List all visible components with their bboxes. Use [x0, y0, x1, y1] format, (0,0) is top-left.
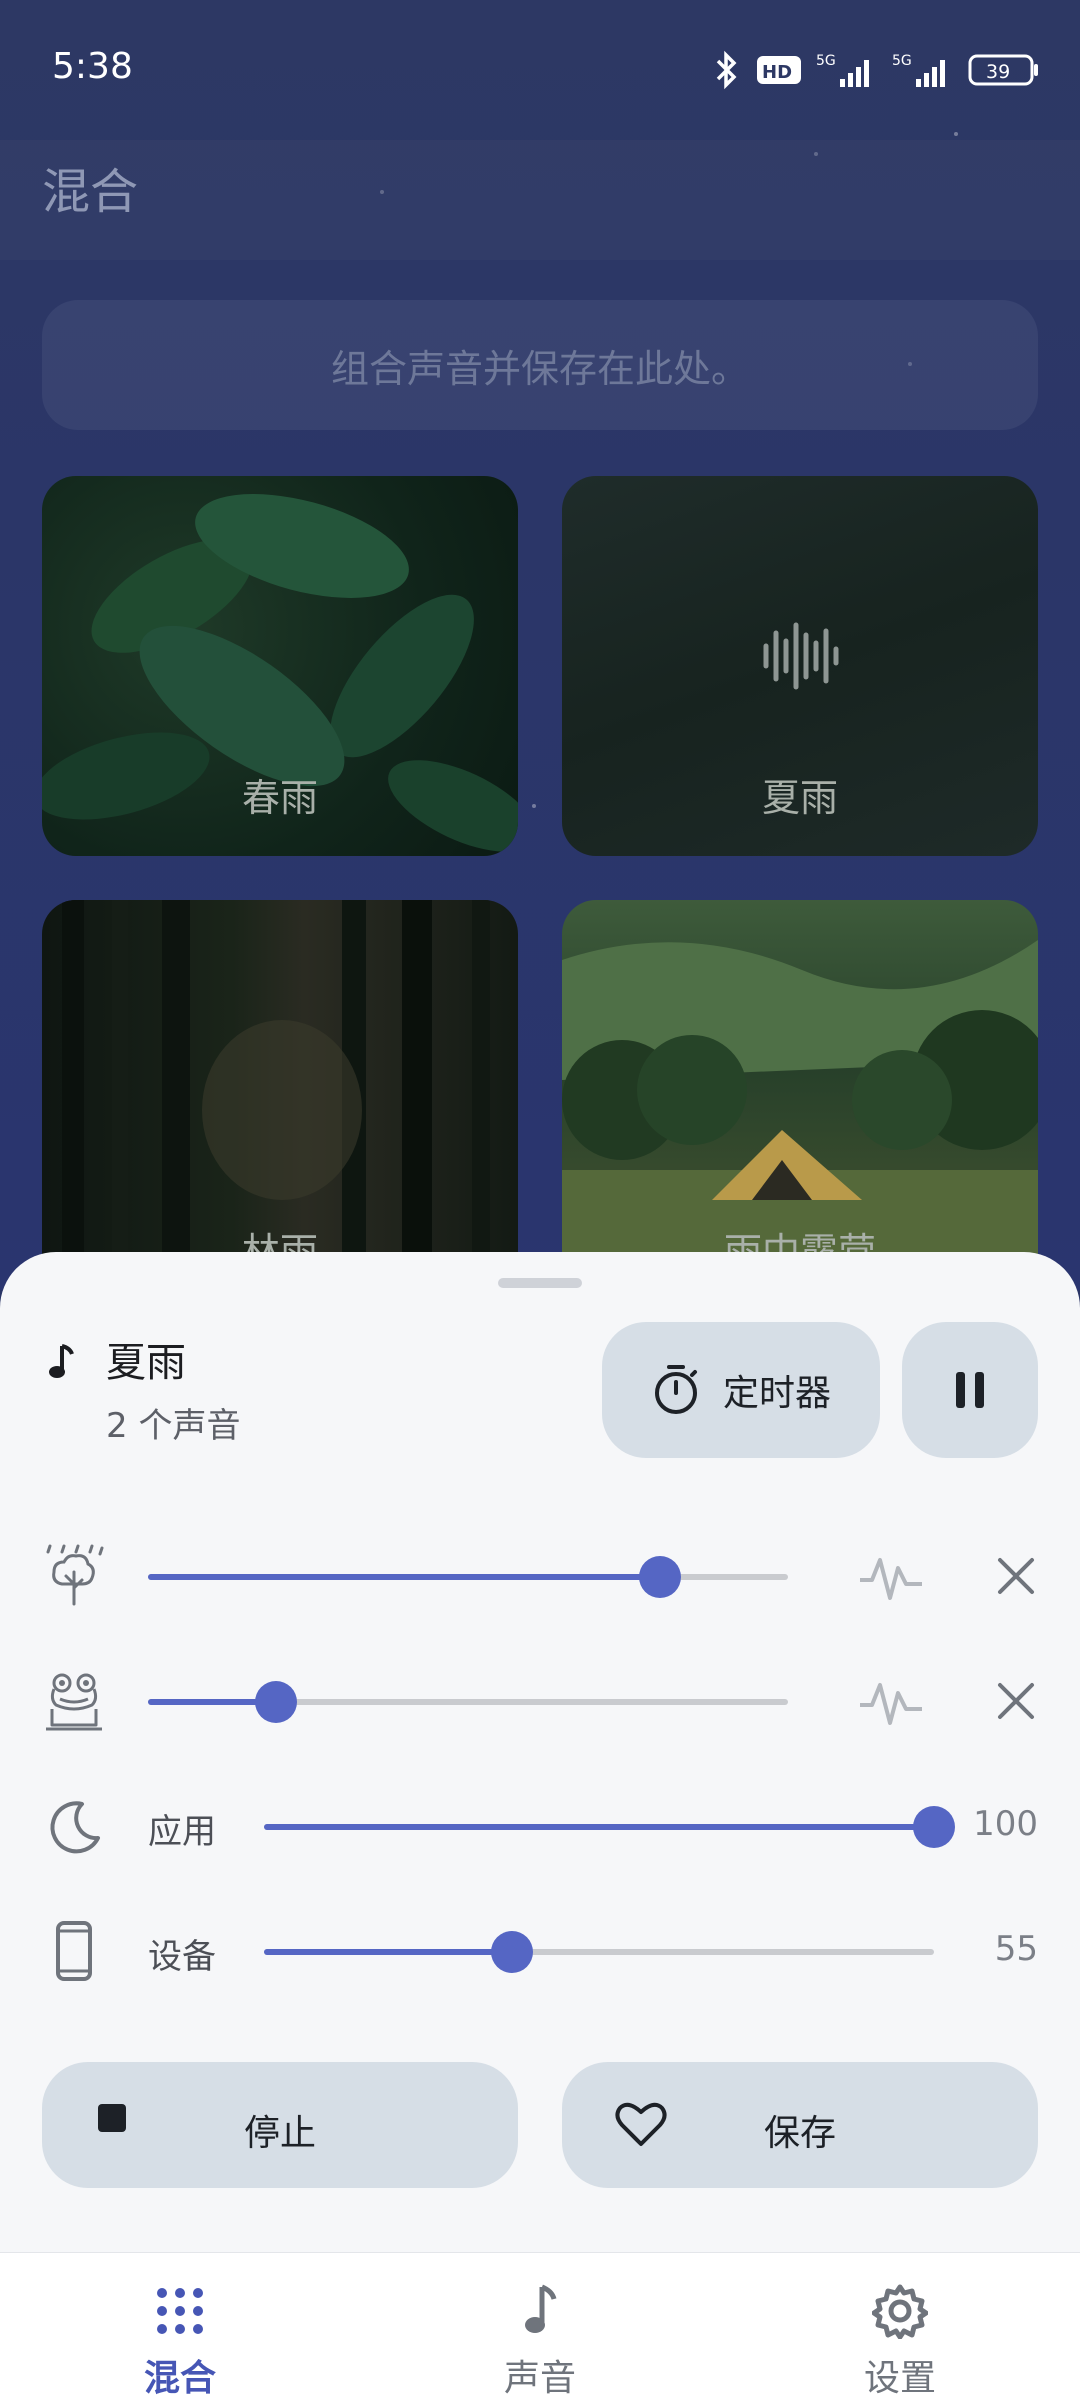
device-volume-value: 55: [994, 1929, 1038, 1969]
pause-button[interactable]: [902, 1322, 1038, 1458]
mix-tile-summer-rain[interactable]: 夏雨: [562, 476, 1038, 856]
nav-sounds-label: 声音: [503, 2358, 576, 2399]
save-button[interactable]: 保存: [562, 2062, 1038, 2188]
device-volume-row: 设备 55: [0, 1907, 1080, 1997]
moon-icon: [50, 1801, 100, 1854]
status-bar: 5:38 HD 5G 5G 39: [0, 0, 1080, 140]
battery-icon: 39: [968, 54, 1038, 86]
pulse-wave-icon[interactable]: [858, 1550, 924, 1604]
battery-level: 39: [986, 61, 1010, 83]
bottom-nav: 混合 声音 设置: [0, 2252, 1080, 2401]
nav-settings[interactable]: 设置: [720, 2253, 1080, 2401]
mix-tile-label: 夏雨: [761, 776, 838, 820]
hd-label: HD: [762, 62, 792, 83]
music-note-icon: [49, 1344, 74, 1378]
signal-icon: 5G: [816, 53, 869, 87]
music-note-icon: [525, 2284, 557, 2333]
star-dot: [532, 804, 536, 808]
slider-thumb[interactable]: [255, 1681, 297, 1723]
slider-fill: [148, 1574, 660, 1580]
pause-icon: [956, 1372, 984, 1408]
app-header: [0, 140, 1080, 260]
app-volume-value: 100: [973, 1804, 1038, 1844]
app-volume-slider[interactable]: [264, 1806, 955, 1848]
now-playing-title: 夏雨: [106, 1340, 186, 1386]
app-volume-row: 应用 100: [0, 1782, 1080, 1872]
stop-button[interactable]: 停止: [42, 2062, 518, 2188]
timer-button[interactable]: 定时器: [602, 1322, 880, 1458]
drag-handle[interactable]: [498, 1278, 582, 1288]
network-label: 5G: [816, 53, 836, 69]
mix-tile-label: 春雨: [241, 776, 318, 820]
bluetooth-icon: [716, 50, 737, 90]
mix-tile-spring-rain[interactable]: 春雨: [42, 476, 518, 856]
sound-volume-slider[interactable]: [148, 1681, 788, 1723]
sound-wave-icon: [763, 622, 839, 690]
sound-volume-slider[interactable]: [148, 1556, 788, 1598]
page-title: 混合: [42, 164, 139, 220]
network-label-2: 5G: [892, 53, 912, 69]
grid-dots-icon: [157, 2288, 203, 2334]
pulse-wave-icon[interactable]: [858, 1675, 924, 1729]
now-playing-subtitle: 2 个声音: [106, 1406, 241, 1446]
sound-row: [0, 1657, 1080, 1747]
tree-rain-icon: [46, 1544, 104, 1606]
save-label: 保存: [763, 2113, 836, 2154]
nav-settings-label: 设置: [863, 2358, 936, 2399]
close-icon[interactable]: [996, 1556, 1036, 1596]
hint-text: 组合声音并保存在此处。: [330, 347, 749, 391]
frog-icon: [46, 1673, 102, 1731]
slider-thumb[interactable]: [639, 1556, 681, 1598]
empty-mixes-hint: 组合声音并保存在此处。: [42, 300, 1038, 430]
stopwatch-icon: [654, 1365, 697, 1414]
device-volume-slider[interactable]: [264, 1931, 934, 1973]
nav-mix-label: 混合: [143, 2358, 216, 2399]
device-volume-label: 设备: [148, 1937, 216, 1977]
slider-fill: [264, 1949, 512, 1955]
timer-label: 定时器: [722, 1373, 831, 1414]
sound-row: [0, 1532, 1080, 1622]
slider-fill: [264, 1824, 934, 1830]
nav-mix[interactable]: 混合: [0, 2253, 360, 2401]
slider-thumb[interactable]: [913, 1806, 955, 1848]
nav-sounds[interactable]: 声音: [360, 2253, 720, 2401]
close-icon[interactable]: [996, 1681, 1036, 1721]
stop-label: 停止: [243, 2113, 316, 2154]
app-volume-label: 应用: [148, 1812, 216, 1852]
gear-icon: [872, 2284, 928, 2339]
phone-icon: [56, 1921, 92, 1981]
hd-icon: HD: [757, 56, 801, 84]
status-icons: HD 5G 5G 39: [712, 50, 1040, 90]
status-time: 5:38: [52, 46, 133, 87]
player-sheet: 夏雨 2 个声音 定时器 应用 100 设备 55 停止 保存: [0, 1252, 1080, 2252]
signal-icon-2: 5G: [892, 53, 945, 87]
slider-thumb[interactable]: [490, 1931, 533, 1973]
